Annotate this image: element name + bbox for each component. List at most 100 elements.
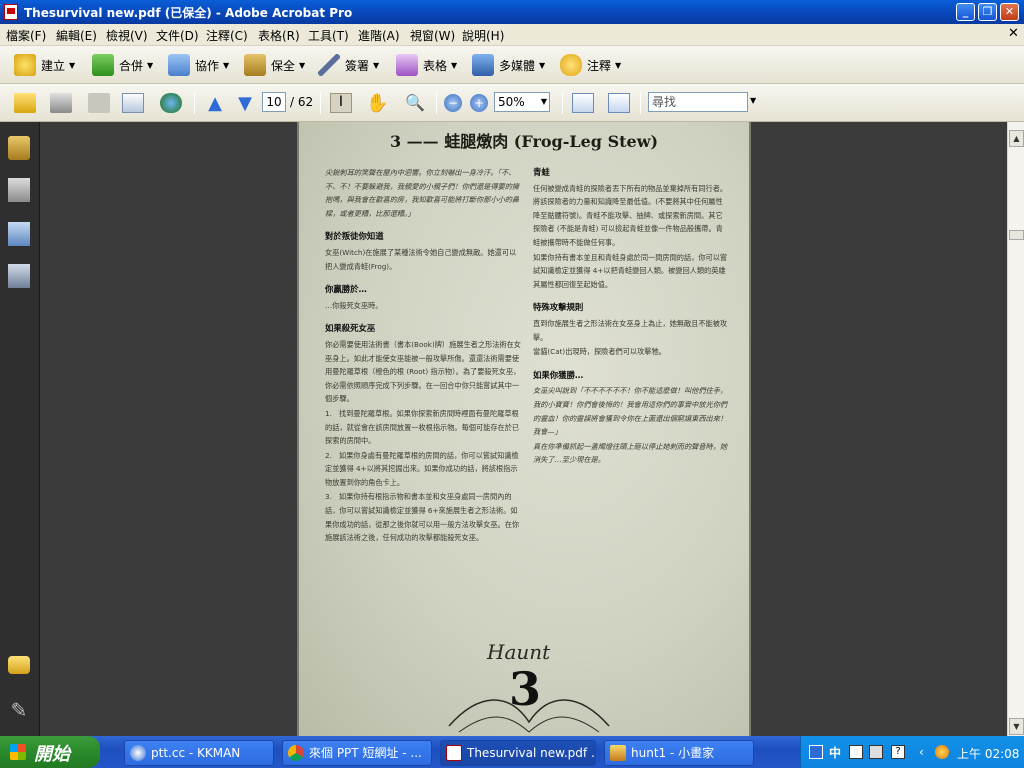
intro-text: 尖銳刺耳的笑聲在屋內中迴響。你立刻嚇出一身冷汗。「不、不、不！不要躲避我，我親愛… — [325, 168, 520, 218]
paragraph: 當貓(Cat)出現時，探險者們可以攻擊牠。 — [533, 347, 666, 357]
menu-tools[interactable]: 工具(T) — [308, 27, 349, 44]
web-globe-icon[interactable] — [160, 93, 182, 113]
chevron-down-icon: ▼ — [147, 60, 154, 70]
navigation-pane: ✎ — [0, 122, 40, 736]
heading: 青蛙 — [533, 167, 550, 177]
page-total: / 62 — [290, 95, 314, 109]
minimize-button[interactable]: _ — [956, 3, 975, 21]
next-page-icon[interactable]: ▼ — [234, 93, 256, 114]
clock: 上午 02:08 — [957, 747, 1020, 761]
document-view[interactable]: 3 —— 蛙腿燉肉 (Frog-Leg Stew) 尖銳刺耳的笑聲在屋內中迴響。… — [41, 122, 1007, 736]
taskbar-item-label: hunt1 - 小畫家 — [631, 746, 715, 760]
chevron-down-icon: ▼ — [451, 60, 458, 70]
ime-indicator[interactable]: 中 — [829, 744, 841, 761]
tray-expand-icon[interactable]: ‹ — [919, 745, 933, 759]
comments-icon[interactable] — [8, 656, 30, 674]
create-label: 建立 — [41, 58, 66, 73]
start-label: 開始 — [34, 744, 70, 765]
menu-bar: 檔案(F) 編輯(E) 檢視(V) 文件(D) 注釋(C) 表格(R) 工具(T… — [0, 24, 1024, 46]
multimedia-button[interactable]: 多媒體 ▼ — [472, 52, 545, 78]
find-input[interactable]: 尋找 — [648, 92, 748, 112]
vertical-scrollbar[interactable]: ▲ ▼ — [1007, 122, 1024, 736]
pages-icon[interactable] — [8, 178, 30, 202]
forms-label: 表格 — [423, 58, 448, 73]
page-number-input[interactable]: 10 — [262, 92, 286, 112]
fit-page-icon[interactable] — [608, 93, 630, 113]
toolbar-separator — [562, 92, 563, 114]
bookmarks-icon[interactable] — [8, 222, 30, 246]
create-button[interactable]: 建立 ▼ — [14, 52, 75, 78]
acrobat-app-icon[interactable] — [4, 4, 18, 20]
scroll-down-arrow-icon[interactable]: ▼ — [1009, 718, 1024, 735]
tray-app-icon[interactable] — [935, 745, 949, 759]
paragraph: 1. 找到曼陀羅草根。如果你探索新房間時裡面有曼陀羅草根的話，就從會在該房間放置… — [325, 408, 520, 446]
multimedia-label: 多媒體 — [499, 58, 536, 73]
collaborate-icon — [168, 54, 190, 76]
menu-edit[interactable]: 編輯(E) — [56, 27, 97, 44]
toolbar-separator — [194, 92, 195, 114]
maximize-button[interactable]: ❐ — [978, 3, 997, 21]
heading: 特殊攻擊規則 — [533, 302, 584, 313]
signatures-icon[interactable] — [8, 264, 30, 288]
forms-button[interactable]: 表格 ▼ — [396, 52, 457, 78]
language-bar-icon[interactable] — [809, 745, 823, 759]
previous-page-icon[interactable]: ▲ — [204, 93, 226, 114]
zoom-select[interactable]: 50% ▼ — [494, 92, 550, 112]
scroll-up-arrow-icon[interactable]: ▲ — [1009, 130, 1024, 147]
taskbar-item-label: 來個 PPT 短網址 - ... — [309, 746, 422, 760]
taskbar-item-kkman[interactable]: ptt.cc - KKMAN — [124, 740, 274, 766]
comment-label: 注釋 — [587, 58, 612, 73]
open-folder-icon[interactable] — [14, 93, 36, 113]
zoom-tool-icon[interactable]: 🔍 — [404, 93, 426, 113]
menu-advanced[interactable]: 進階(A) — [358, 27, 400, 44]
menu-window[interactable]: 視窗(W) — [410, 27, 455, 44]
chevron-down-icon: ▼ — [540, 97, 547, 106]
window-title: Thesurvival new.pdf (已保全) - Adobe Acroba… — [24, 6, 353, 20]
security-lock-icon[interactable] — [8, 136, 30, 160]
chevron-down-icon: ▼ — [223, 60, 230, 70]
menu-forms[interactable]: 表格(R) — [258, 27, 300, 44]
hand-tool-icon[interactable]: ✋ — [366, 93, 388, 114]
save-icon[interactable] — [88, 93, 110, 113]
menu-help[interactable]: 說明(H) — [462, 27, 504, 44]
paragraph: 如果你持有書本並且和青蛙身處於同一間房間的話，你可以嘗試知識檢定並獲得 4+以把… — [533, 252, 728, 289]
menu-document[interactable]: 文件(D) — [156, 27, 199, 44]
taskbar-item-chrome[interactable]: 來個 PPT 短網址 - ... — [282, 740, 432, 766]
system-tray: 中 ? ‹ 上午 02:08 — [800, 736, 1024, 768]
menu-comments[interactable]: 注釋(C) — [206, 27, 248, 44]
zoom-in-icon[interactable]: + — [470, 94, 488, 112]
start-button[interactable]: 開始 — [0, 736, 100, 768]
title-bar: Thesurvival new.pdf (已保全) - Adobe Acroba… — [0, 0, 1024, 24]
attachments-paperclip-icon[interactable]: ✎ — [8, 698, 30, 722]
menu-view[interactable]: 檢視(V) — [106, 27, 148, 44]
multimedia-icon — [472, 54, 494, 76]
sign-label: 簽署 — [345, 58, 370, 73]
toolbar-separator — [436, 92, 437, 114]
toolbar-separator — [320, 92, 321, 114]
email-icon[interactable] — [122, 93, 144, 113]
chrome-icon — [288, 745, 304, 761]
close-document-icon[interactable]: ✕ — [1008, 26, 1019, 41]
paragraph: 女巫尖叫說到「不不不不不不！你不能這麼做！叫他們住手，我的小寶寶！你們會後悔的！… — [533, 386, 728, 437]
close-button[interactable]: ✕ — [1000, 3, 1019, 21]
find-options-chevron-icon[interactable]: ▼ — [750, 96, 756, 105]
menu-file[interactable]: 檔案(F) — [6, 27, 46, 44]
combine-button[interactable]: 合併 ▼ — [92, 52, 153, 78]
help-icon[interactable]: ? — [891, 745, 905, 759]
taskbar-item-paint[interactable]: hunt1 - 小畫家 — [604, 740, 754, 766]
combine-files-icon — [92, 54, 114, 76]
secure-button[interactable]: 保全 ▼ — [244, 52, 305, 78]
print-icon[interactable] — [50, 93, 72, 113]
select-text-tool-icon[interactable]: I — [330, 93, 352, 113]
fit-width-icon[interactable] — [572, 93, 594, 113]
scrollbar-thumb[interactable] — [1009, 230, 1024, 240]
sign-button[interactable]: 簽署 ▼ — [318, 52, 379, 78]
half-width-icon[interactable] — [849, 745, 863, 759]
collaborate-button[interactable]: 協作 ▼ — [168, 52, 229, 78]
windows-logo-icon — [10, 744, 26, 760]
comment-button[interactable]: 注釋 ▼ — [560, 52, 621, 78]
toolbar-separator — [640, 92, 641, 114]
taskbar-item-acrobat[interactable]: Thesurvival new.pdf ... — [440, 740, 596, 766]
keyboard-icon[interactable] — [869, 745, 883, 759]
zoom-out-icon[interactable]: − — [444, 94, 462, 112]
